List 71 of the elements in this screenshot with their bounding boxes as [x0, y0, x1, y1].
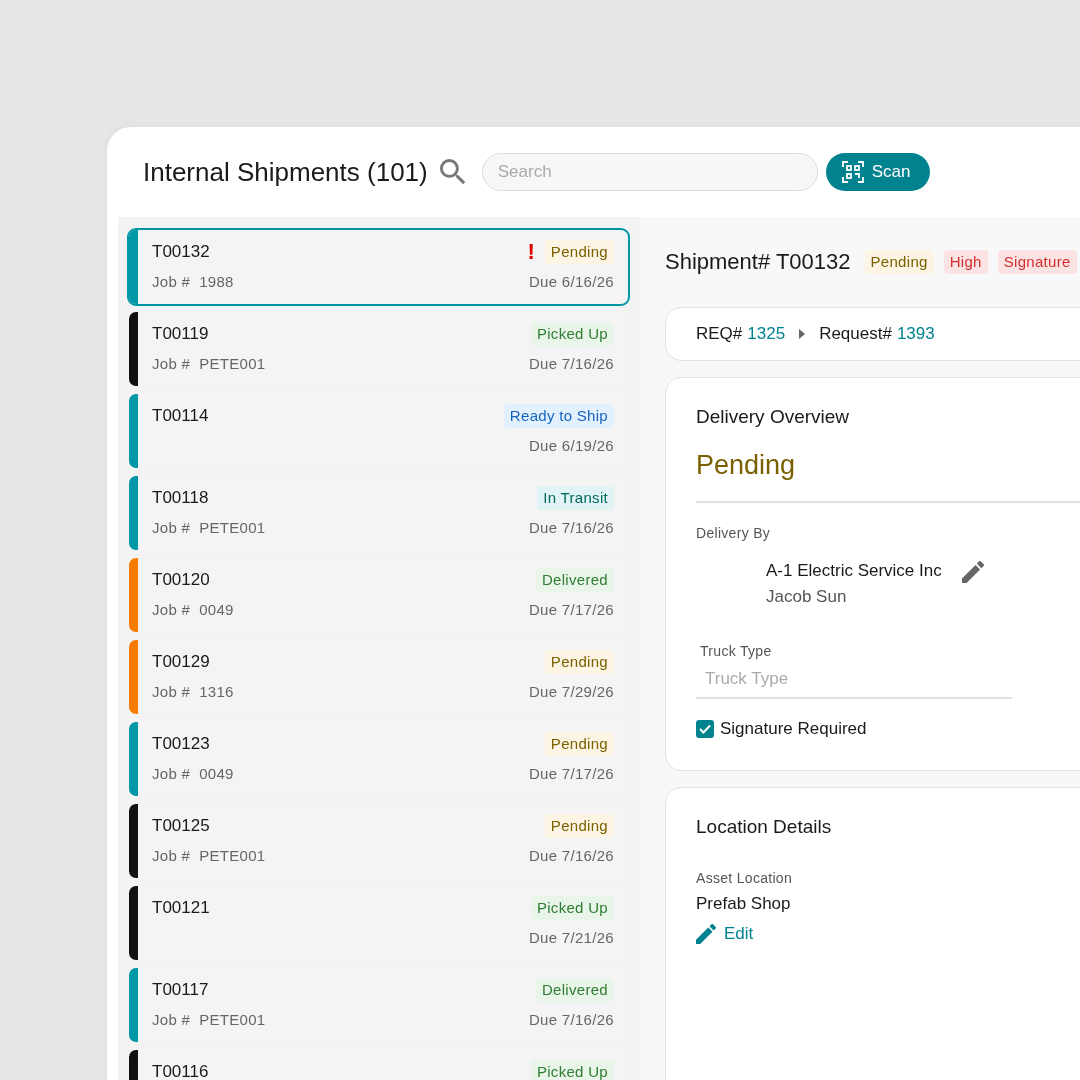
urgent-mark: ! — [527, 240, 535, 264]
status-badge: Pending — [544, 814, 614, 838]
search-field[interactable]: Search — [481, 153, 818, 191]
shipment-id: T00120 — [152, 569, 210, 591]
truck-type-field[interactable]: Truck Type — [696, 661, 1012, 699]
pencil-icon — [696, 924, 716, 944]
status-badge: Picked Up — [530, 896, 614, 920]
field-label: Asset Location — [696, 869, 794, 886]
shipment-id: T00117 — [152, 979, 209, 1001]
search-icon — [439, 159, 466, 185]
shipment-id: T00116 — [152, 1061, 209, 1080]
due-date: Due 7/21/26 — [528, 928, 614, 948]
job-number: Job # 1316 — [152, 682, 234, 702]
shipment-id: T00132 — [152, 241, 210, 263]
crumb-label: Request# — [819, 324, 892, 344]
status-badge: Ready to Ship — [503, 404, 614, 428]
page-title: Internal Shipments (101) — [143, 156, 428, 188]
shipment-id: T00119 — [152, 323, 209, 345]
due-date: Due 6/16/26 — [528, 272, 614, 292]
shipment-id: T00123 — [152, 733, 210, 755]
contact-name: Jacob Sun — [766, 587, 848, 607]
due-date: Due 7/29/26 — [528, 682, 614, 702]
crumb-link[interactable]: 1325 — [747, 324, 786, 344]
shipment-id: T00121 — [152, 897, 210, 919]
shipment-id: T00114 — [152, 405, 209, 427]
shipment-id: T00125 — [152, 815, 210, 837]
qr-scan-icon — [841, 161, 864, 183]
job-number: Job # 0049 — [152, 600, 234, 620]
shipment-id: T00129 — [152, 651, 210, 673]
field-label: Delivery By — [696, 524, 772, 541]
job-number: Job # 1988 — [152, 272, 234, 292]
due-date: Due 6/19/26 — [528, 436, 614, 456]
status-badge: Pending — [544, 732, 614, 756]
due-date: Due 7/17/26 — [528, 600, 614, 620]
card-title: Location Details — [696, 815, 833, 838]
due-date: Due 7/16/26 — [528, 354, 614, 374]
job-number: Job # 0049 — [152, 764, 234, 784]
tag: Signature — [997, 250, 1077, 274]
due-date: Due 7/16/26 — [528, 1010, 614, 1030]
status-badge: Delivered — [535, 568, 614, 592]
edit-icon — [961, 561, 984, 583]
status-badge: Pending — [544, 650, 614, 674]
scan-button[interactable]: Scan — [825, 153, 931, 191]
field-label: Truck Type — [700, 642, 773, 659]
company-name: A-1 Electric Service Inc — [766, 561, 942, 581]
due-date: Due 7/16/26 — [528, 518, 614, 538]
shipment-row[interactable]: T00132 Job # 1988 ! Pending Due 6/16/26 — [127, 228, 630, 306]
edit-link[interactable]: Edit — [696, 924, 1080, 944]
shipment-title: Shipment# T00132 — [665, 249, 851, 275]
checkbox-label: Signature Required — [720, 719, 867, 739]
chevron-right-icon — [799, 329, 806, 339]
card-title: Delivery Overview — [696, 405, 851, 428]
job-number: Job # PETE001 — [152, 518, 266, 538]
status-badge: Pending — [544, 240, 614, 264]
status-badge: In Transit — [537, 486, 614, 510]
due-date: Due 7/17/26 — [528, 764, 614, 784]
asset-location: Prefab Shop — [696, 894, 792, 914]
tag: High — [943, 250, 988, 274]
status-badge: Picked Up — [530, 1060, 614, 1080]
crumb-link[interactable]: 1393 — [896, 324, 935, 344]
crumb-label: REQ# — [696, 324, 743, 344]
job-number: Job # PETE001 — [152, 1010, 266, 1030]
status-badge: Picked Up — [530, 322, 614, 346]
checkbox[interactable] — [696, 720, 714, 738]
delivery-status: Pending — [696, 428, 1080, 503]
shipment-id: T00118 — [152, 487, 209, 509]
due-date: Due 7/16/26 — [528, 846, 614, 866]
job-number: Job # PETE001 — [152, 354, 266, 374]
status-badge: Delivered — [535, 978, 614, 1002]
job-number: Job # PETE001 — [152, 846, 266, 866]
tag: Pending — [864, 250, 934, 274]
